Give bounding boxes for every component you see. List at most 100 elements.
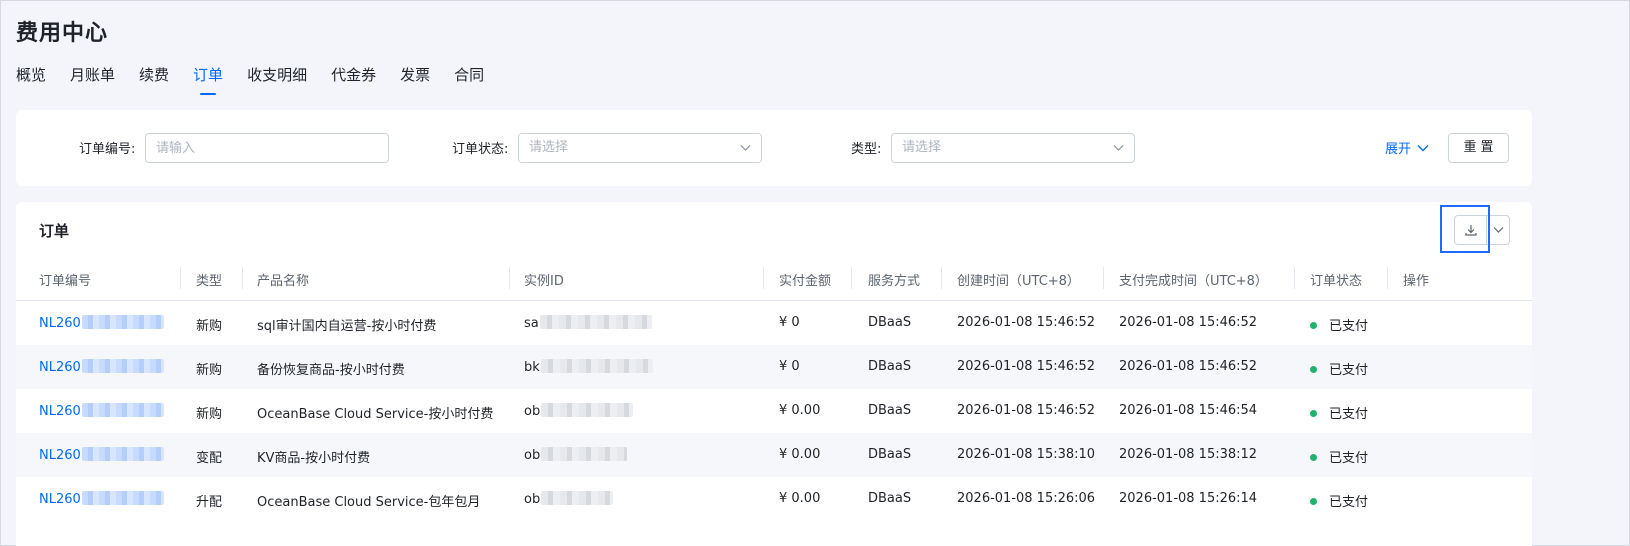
page-title: 费用中心 bbox=[16, 21, 109, 46]
redacted-block bbox=[81, 403, 164, 417]
order-number-text: NL260 bbox=[39, 492, 81, 507]
column-header: 实例ID bbox=[524, 274, 564, 289]
order-number-text: NL260 bbox=[39, 360, 81, 375]
chevron-down-icon bbox=[1113, 145, 1124, 151]
instance-id: ob bbox=[524, 403, 634, 419]
chevron-down-icon bbox=[740, 145, 751, 151]
paid-time: 2026-01-08 15:26:14 bbox=[1119, 491, 1258, 506]
type-select[interactable]: 请选择 bbox=[891, 133, 1135, 163]
column-header: 创建时间（UTC+8） bbox=[957, 274, 1080, 289]
table-row: NL260 变配 KV商品-按小时付费 ob ¥ 0.00 DBaaS 2026… bbox=[16, 433, 1532, 477]
order-number-link[interactable]: NL260 bbox=[39, 315, 164, 331]
created-time: 2026-01-08 15:46:52 bbox=[957, 403, 1096, 418]
column-header: 类型 bbox=[196, 274, 223, 289]
service-mode: DBaaS bbox=[868, 403, 912, 418]
download-button[interactable] bbox=[1455, 216, 1487, 244]
table-body: NL260 新购 sql审计国内自运营-按小时付费 sa ¥ 0 DBaaS 2… bbox=[16, 301, 1532, 521]
tab-renewal[interactable]: 续费 bbox=[139, 65, 169, 95]
type-label: 类型: bbox=[851, 142, 882, 157]
table-header: 订单编号 类型 产品名称 实例ID 实付金额 服务方式 创建时间（UTC+8） … bbox=[16, 258, 1532, 301]
table-row: NL260 新购 备份恢复商品-按小时付费 bk ¥ 0 DBaaS 2026-… bbox=[16, 345, 1532, 389]
paid-time: 2026-01-08 15:46:52 bbox=[1119, 315, 1258, 330]
tab-bar: 概览 月账单 续费 订单 收支明细 代金券 发票 合同 bbox=[16, 65, 508, 95]
table-row: NL260 新购 OceanBase Cloud Service-按小时付费 o… bbox=[16, 389, 1532, 433]
order-number-link[interactable]: NL260 bbox=[39, 447, 164, 463]
status-dot-icon bbox=[1310, 498, 1317, 505]
tab-orders[interactable]: 订单 bbox=[193, 65, 223, 95]
instance-id: sa bbox=[524, 315, 652, 331]
instance-id: bk bbox=[524, 359, 653, 375]
order-number-text: NL260 bbox=[39, 316, 81, 331]
column-divider bbox=[763, 267, 764, 289]
order-number-link[interactable]: NL260 bbox=[39, 359, 164, 375]
order-status: 已支付 bbox=[1310, 403, 1368, 422]
order-type: 新购 bbox=[196, 319, 223, 334]
order-type: 新购 bbox=[196, 363, 223, 378]
status-dot-icon bbox=[1310, 410, 1317, 417]
download-more-button[interactable] bbox=[1487, 216, 1509, 244]
redacted-block bbox=[540, 359, 653, 373]
order-number-link[interactable]: NL260 bbox=[39, 491, 164, 507]
paid-amount: ¥ 0.00 bbox=[779, 491, 821, 506]
tab-transactions[interactable]: 收支明细 bbox=[247, 65, 307, 95]
instance-id: ob bbox=[524, 447, 628, 463]
product-name: 备份恢复商品-按小时付费 bbox=[257, 363, 405, 378]
table-row: NL260 升配 OceanBase Cloud Service-包年包月 ob… bbox=[16, 477, 1532, 521]
column-header: 产品名称 bbox=[257, 274, 310, 289]
redacted-block bbox=[81, 315, 164, 329]
tab-contracts[interactable]: 合同 bbox=[454, 65, 484, 95]
product-name: KV商品-按小时付费 bbox=[257, 451, 371, 466]
order-status: 已支付 bbox=[1310, 491, 1368, 510]
created-time: 2026-01-08 15:38:10 bbox=[957, 447, 1096, 462]
reset-button[interactable]: 重置 bbox=[1448, 133, 1509, 163]
redacted-block bbox=[81, 491, 164, 505]
tab-monthly-bill[interactable]: 月账单 bbox=[70, 65, 115, 95]
tab-vouchers[interactable]: 代金券 bbox=[331, 65, 376, 95]
service-mode: DBaaS bbox=[868, 491, 912, 506]
order-status: 已支付 bbox=[1310, 359, 1368, 378]
created-time: 2026-01-08 15:26:06 bbox=[957, 491, 1096, 506]
redacted-block bbox=[539, 315, 652, 329]
download-icon bbox=[1464, 225, 1477, 236]
order-no-label: 订单编号: bbox=[79, 142, 136, 157]
expand-filters-button[interactable]: 展开 bbox=[1385, 138, 1429, 157]
created-time: 2026-01-08 15:46:52 bbox=[957, 315, 1096, 330]
instance-id-text: ob bbox=[524, 404, 541, 419]
column-header: 订单状态 bbox=[1310, 274, 1363, 289]
order-status-text: 已支付 bbox=[1329, 407, 1369, 422]
product-name: sql审计国内自运营-按小时付费 bbox=[257, 319, 437, 334]
chevron-down-icon bbox=[1417, 144, 1429, 151]
order-status: 已支付 bbox=[1310, 447, 1368, 466]
order-status-text: 已支付 bbox=[1329, 363, 1369, 378]
status-dot-icon bbox=[1310, 366, 1317, 373]
table-row: NL260 新购 sql审计国内自运营-按小时付费 sa ¥ 0 DBaaS 2… bbox=[16, 301, 1532, 345]
orders-table-card: 订单 订单编号 类型 产品名称 实例ID 实付金额 服务方式 创建时间（UTC+… bbox=[16, 202, 1532, 546]
column-divider bbox=[242, 267, 243, 289]
chevron-down-icon bbox=[1493, 227, 1503, 233]
redacted-block bbox=[541, 491, 614, 505]
order-status: 已支付 bbox=[1310, 315, 1368, 334]
order-status-text: 已支付 bbox=[1329, 495, 1369, 510]
paid-amount: ¥ 0 bbox=[779, 359, 800, 374]
column-divider bbox=[1387, 267, 1388, 289]
order-number-text: NL260 bbox=[39, 404, 81, 419]
expand-label: 展开 bbox=[1385, 142, 1412, 157]
column-divider bbox=[941, 267, 942, 289]
column-header: 服务方式 bbox=[868, 274, 921, 289]
instance-id-text: bk bbox=[524, 360, 540, 375]
paid-time: 2026-01-08 15:38:12 bbox=[1119, 447, 1258, 462]
tab-overview[interactable]: 概览 bbox=[16, 65, 46, 95]
order-number-link[interactable]: NL260 bbox=[39, 403, 164, 419]
instance-id: ob bbox=[524, 491, 614, 507]
order-no-input[interactable] bbox=[145, 133, 389, 163]
column-divider bbox=[180, 267, 181, 289]
order-status-select[interactable]: 请选择 bbox=[518, 133, 762, 163]
status-dot-icon bbox=[1310, 454, 1317, 461]
instance-id-text: sa bbox=[524, 316, 539, 331]
order-status-label: 订单状态: bbox=[452, 142, 509, 157]
order-status-text: 已支付 bbox=[1329, 319, 1369, 334]
tab-invoices[interactable]: 发票 bbox=[400, 65, 430, 95]
product-name: OceanBase Cloud Service-包年包月 bbox=[257, 495, 481, 510]
paid-amount: ¥ 0.00 bbox=[779, 403, 821, 418]
service-mode: DBaaS bbox=[868, 315, 912, 330]
